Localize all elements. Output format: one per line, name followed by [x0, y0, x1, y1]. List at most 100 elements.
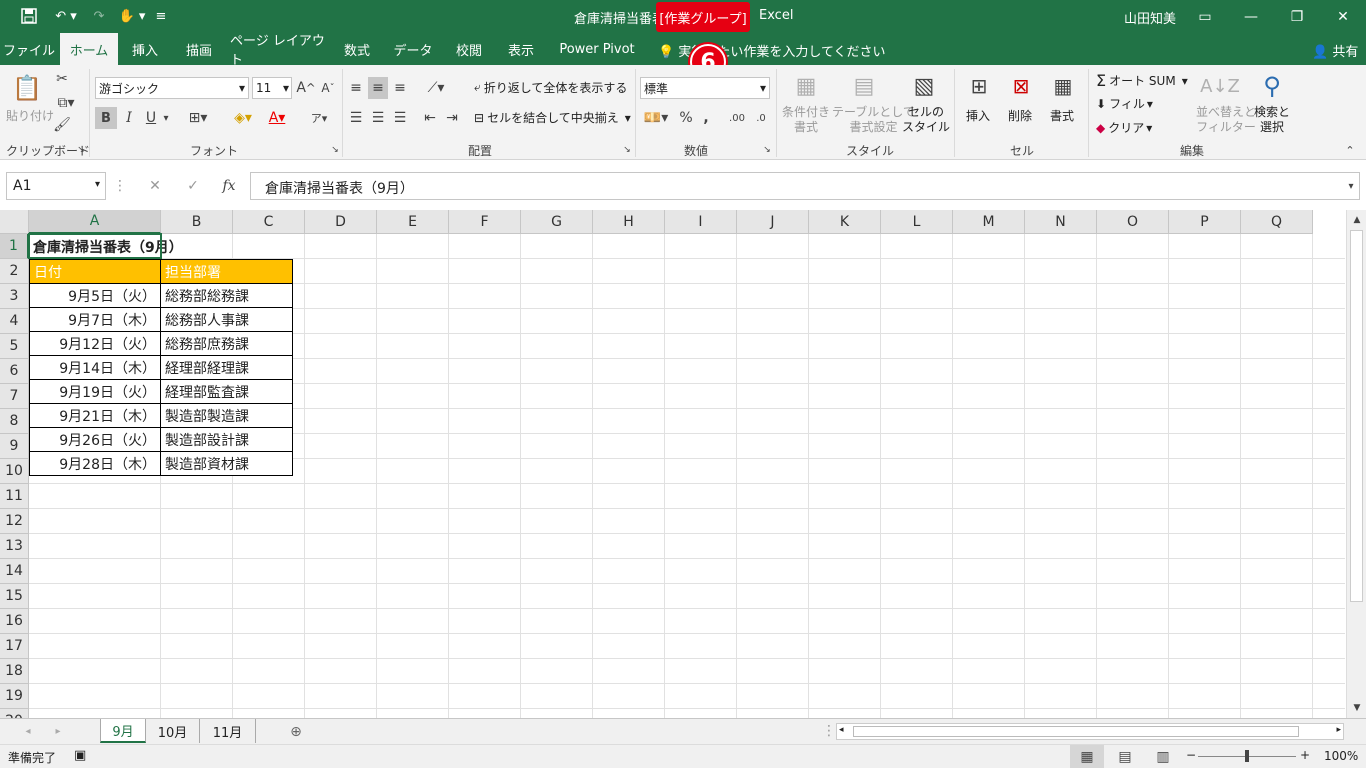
column-header[interactable]: H — [593, 210, 665, 234]
cut-icon[interactable]: ✂ — [52, 69, 72, 89]
row-header[interactable]: 14 — [0, 559, 29, 584]
alignment-launcher-icon[interactable]: ↘ — [622, 145, 632, 155]
user-name[interactable]: 山田知美 — [1124, 8, 1176, 27]
macro-record-icon[interactable]: ▣ — [74, 748, 86, 763]
clipboard-launcher-icon[interactable]: ↘ — [76, 145, 86, 155]
decrease-decimal-icon[interactable]: .0 — [750, 107, 772, 129]
vertical-scrollbar[interactable]: ▲ ▼ — [1346, 210, 1366, 718]
zoom-level[interactable]: 100% — [1324, 749, 1358, 763]
date-cell[interactable]: 9月19日（火） — [29, 379, 161, 404]
undo-icon[interactable]: ↶ ▾ — [48, 6, 84, 26]
number-format-select[interactable]: 標準 ▾ — [640, 77, 770, 99]
scroll-thumb[interactable] — [1350, 230, 1363, 602]
column-header[interactable]: Q — [1241, 210, 1313, 234]
column-header[interactable]: L — [881, 210, 953, 234]
row-header[interactable]: 3 — [0, 284, 29, 309]
column-header[interactable]: O — [1097, 210, 1169, 234]
zoom-slider-thumb[interactable] — [1245, 750, 1249, 762]
orientation-icon[interactable]: ⟋▾ — [420, 77, 452, 99]
share-button[interactable]: 👤 共有 — [1312, 41, 1358, 60]
sheet-tab-oct[interactable]: 10月 — [146, 719, 200, 743]
column-header[interactable]: J — [737, 210, 809, 234]
currency-icon[interactable]: 💴▾ — [640, 107, 672, 129]
prev-sheet-icon[interactable]: ◂ — [20, 723, 36, 739]
insert-function-button[interactable]: fx — [218, 176, 240, 196]
sheet-tab-nov[interactable]: 11月 — [200, 719, 256, 743]
tab-draw[interactable]: 描画 — [176, 33, 222, 65]
row-header[interactable]: 9 — [0, 434, 29, 459]
increase-font-icon[interactable]: A ^ — [296, 77, 316, 99]
increase-decimal-icon[interactable]: .00 — [726, 107, 748, 129]
row-header[interactable]: 10 — [0, 459, 29, 484]
align-middle-icon[interactable]: ≡ — [368, 77, 388, 99]
cell-styles-icon[interactable]: ▧ — [908, 71, 940, 101]
date-cell[interactable]: 9月28日（木） — [29, 451, 161, 476]
next-sheet-icon[interactable]: ▸ — [50, 723, 66, 739]
row-header[interactable]: 17 — [0, 634, 29, 659]
row-header[interactable]: 13 — [0, 534, 29, 559]
column-header[interactable]: I — [665, 210, 737, 234]
format-painter-icon[interactable]: 🖌 — [52, 115, 72, 135]
row-header[interactable]: 18 — [0, 659, 29, 684]
dept-cell[interactable]: 経理部経理課 — [160, 355, 293, 380]
collapse-ribbon-icon[interactable]: ⌃ — [1342, 143, 1358, 157]
format-cells-icon[interactable]: ▦ — [1048, 71, 1078, 101]
column-header[interactable]: C — [233, 210, 305, 234]
column-header[interactable]: G — [521, 210, 593, 234]
comma-button[interactable]: , — [698, 107, 714, 129]
date-cell[interactable]: 9月26日（火） — [29, 427, 161, 452]
row-header[interactable]: 8 — [0, 409, 29, 434]
italic-button[interactable]: I — [119, 107, 139, 129]
row-header[interactable]: 11 — [0, 484, 29, 509]
page-break-view-icon[interactable]: ▥ — [1146, 745, 1180, 768]
dept-cell[interactable]: 総務部庶務課 — [160, 331, 293, 356]
dept-cell[interactable]: 製造部資材課 — [160, 451, 293, 476]
scroll-thumb[interactable] — [853, 726, 1299, 737]
font-name-select[interactable]: 游ゴシック ▾ — [95, 77, 249, 99]
tab-power-pivot[interactable]: Power Pivot — [556, 33, 638, 65]
dept-cell[interactable]: 経理部監査課 — [160, 379, 293, 404]
date-cell[interactable]: 9月14日（木） — [29, 355, 161, 380]
scroll-down-icon[interactable]: ▼ — [1349, 700, 1365, 716]
expand-formula-icon[interactable]: ▾ — [1344, 176, 1358, 196]
tab-file[interactable]: ファイル — [0, 33, 58, 65]
align-left-icon[interactable]: ☰ — [346, 107, 366, 129]
format-cells-button[interactable]: 書式 — [1050, 107, 1074, 124]
insert-cells-icon[interactable]: ⊞ — [964, 71, 994, 101]
date-cell[interactable]: 9月5日（火） — [29, 283, 161, 308]
fill-color-icon[interactable]: ◈▾ — [226, 107, 260, 129]
zoom-in-icon[interactable]: + — [1300, 748, 1310, 762]
row-header[interactable]: 15 — [0, 584, 29, 609]
chevron-down-icon[interactable]: ▾ — [160, 107, 172, 129]
align-bottom-icon[interactable]: ≡ — [390, 77, 410, 99]
dept-cell[interactable]: 製造部設計課 — [160, 427, 293, 452]
row-header[interactable]: 1 — [0, 234, 29, 259]
dept-cell[interactable]: 製造部製造課 — [160, 403, 293, 428]
add-sheet-icon[interactable]: ⊕ — [286, 722, 306, 742]
percent-button[interactable]: % — [676, 107, 696, 129]
row-header[interactable]: 12 — [0, 509, 29, 534]
copy-icon[interactable]: ⧉▾ — [52, 93, 80, 113]
decrease-indent-icon[interactable]: ⇤ — [420, 107, 440, 129]
autosum-button[interactable]: Σ オート SUM ▾ — [1096, 71, 1188, 90]
column-header[interactable]: A — [29, 210, 161, 234]
worksheet-grid[interactable]: ABCDEFGHIJKLMNOPQ 1 2 3 4 5 6 7 8 9 10 11 12 13 14 15 1… — [0, 210, 1366, 718]
delete-cells-icon[interactable]: ⊠ — [1006, 71, 1036, 101]
select-all-corner[interactable] — [0, 210, 29, 234]
font-size-select[interactable]: 11 ▾ — [252, 77, 292, 99]
row-header[interactable]: 2 — [0, 259, 29, 284]
delete-cells-button[interactable]: 削除 — [1008, 107, 1032, 124]
normal-view-icon[interactable]: ▦ — [1070, 745, 1104, 768]
column-header[interactable]: P — [1169, 210, 1241, 234]
name-box[interactable]: A1 ▾ — [6, 172, 106, 200]
header-cell-date[interactable]: 日付 — [29, 259, 161, 284]
tab-home[interactable]: ホーム — [60, 33, 118, 65]
increase-indent-icon[interactable]: ⇥ — [442, 107, 462, 129]
cell-title[interactable]: 倉庫清掃当番表（9月） — [29, 234, 329, 259]
column-header[interactable]: K — [809, 210, 881, 234]
phonetic-icon[interactable]: ア▾ — [304, 107, 334, 129]
date-cell[interactable]: 9月21日（木） — [29, 403, 161, 428]
dept-cell[interactable]: 総務部人事課 — [160, 307, 293, 332]
bold-button[interactable]: B — [95, 107, 117, 129]
column-header[interactable]: B — [161, 210, 233, 234]
